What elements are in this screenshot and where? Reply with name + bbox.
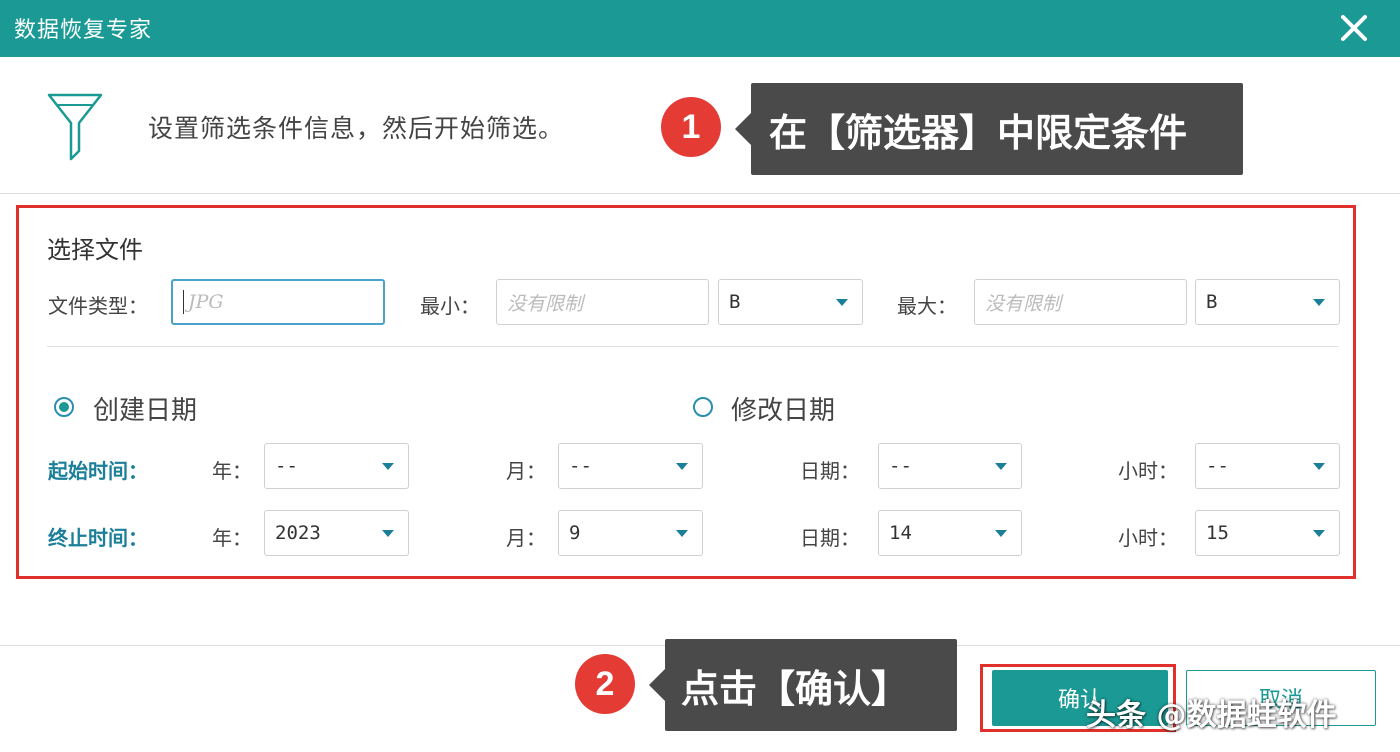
end-month-select[interactable]: 9 bbox=[558, 510, 703, 556]
end-hour-value: 15 bbox=[1206, 522, 1229, 544]
start-month-select[interactable]: -- bbox=[558, 443, 703, 489]
max-size-placeholder: 没有限制 bbox=[985, 292, 1062, 315]
step-2-callout: 点击【确认】 bbox=[649, 639, 957, 731]
chevron-down-icon bbox=[1313, 463, 1325, 470]
min-size-label: 最小： bbox=[420, 294, 480, 318]
chevron-down-icon bbox=[1313, 530, 1325, 537]
min-size-unit-select[interactable]: B bbox=[718, 279, 863, 325]
created-date-label[interactable]: 创建日期 bbox=[93, 390, 197, 427]
created-date-radio[interactable] bbox=[54, 397, 74, 417]
text-cursor bbox=[183, 290, 184, 314]
max-size-unit-select[interactable]: B bbox=[1195, 279, 1340, 325]
step-2-badge: 2 bbox=[575, 654, 635, 714]
start-hour-value: -- bbox=[1206, 455, 1229, 477]
title-bar: 数据恢复专家 bbox=[0, 0, 1400, 57]
min-size-unit-value: B bbox=[729, 291, 741, 313]
start-time-label: 起始时间： bbox=[48, 459, 148, 483]
max-size-unit-value: B bbox=[1206, 291, 1218, 313]
start-day-select[interactable]: -- bbox=[878, 443, 1022, 489]
end-year-select[interactable]: 2023 bbox=[264, 510, 409, 556]
end-year-label: 年： bbox=[212, 526, 252, 550]
filter-funnel-icon bbox=[47, 93, 103, 161]
step-1-callout: 在【筛选器】中限定条件 bbox=[735, 83, 1243, 175]
end-hour-select[interactable]: 15 bbox=[1195, 510, 1340, 556]
start-year-value: -- bbox=[275, 455, 298, 477]
chevron-down-icon bbox=[382, 463, 394, 470]
step-1-badge: 1 bbox=[661, 97, 721, 157]
modified-date-label[interactable]: 修改日期 bbox=[731, 390, 835, 427]
max-size-input[interactable]: 没有限制 bbox=[974, 279, 1187, 325]
min-size-placeholder: 没有限制 bbox=[507, 292, 584, 315]
chevron-down-icon bbox=[676, 530, 688, 537]
watermark-text: 头条 @数据蛙软件 bbox=[1086, 698, 1337, 733]
start-year-label: 年： bbox=[212, 459, 252, 483]
end-day-select[interactable]: 14 bbox=[878, 510, 1022, 556]
file-type-label: 文件类型： bbox=[48, 294, 148, 318]
end-time-label: 终止时间： bbox=[48, 526, 148, 550]
chevron-down-icon bbox=[995, 530, 1007, 537]
header-description: 设置筛选条件信息，然后开始筛选。 bbox=[148, 114, 565, 143]
chevron-down-icon bbox=[836, 299, 848, 306]
end-year-value: 2023 bbox=[275, 522, 321, 544]
end-hour-label: 小时： bbox=[1118, 526, 1178, 550]
min-size-input[interactable]: 没有限制 bbox=[496, 279, 709, 325]
file-type-placeholder: JPG bbox=[188, 291, 224, 313]
chevron-down-icon bbox=[1313, 299, 1325, 306]
end-month-value: 9 bbox=[569, 522, 581, 544]
end-month-label: 月： bbox=[506, 526, 546, 550]
file-type-input[interactable]: JPG bbox=[171, 279, 385, 325]
modified-date-radio[interactable] bbox=[693, 397, 713, 417]
end-day-label: 日期： bbox=[800, 526, 860, 550]
chevron-down-icon bbox=[995, 463, 1007, 470]
start-day-value: -- bbox=[889, 455, 912, 477]
step-1-callout-text: 在【筛选器】中限定条件 bbox=[769, 110, 1188, 155]
file-section-title: 选择文件 bbox=[47, 236, 143, 264]
step-2-callout-text: 点击【确认】 bbox=[681, 666, 910, 711]
start-month-value: -- bbox=[569, 455, 592, 477]
start-day-label: 日期： bbox=[800, 459, 860, 483]
max-size-label: 最大： bbox=[897, 294, 957, 318]
start-year-select[interactable]: -- bbox=[264, 443, 409, 489]
chevron-down-icon bbox=[676, 463, 688, 470]
start-month-label: 月： bbox=[506, 459, 546, 483]
end-day-value: 14 bbox=[889, 522, 912, 544]
section-divider bbox=[47, 346, 1339, 347]
close-icon[interactable] bbox=[1336, 10, 1372, 46]
chevron-down-icon bbox=[382, 530, 394, 537]
start-hour-label: 小时： bbox=[1118, 459, 1178, 483]
window-title: 数据恢复专家 bbox=[14, 18, 153, 43]
start-hour-select[interactable]: -- bbox=[1195, 443, 1340, 489]
